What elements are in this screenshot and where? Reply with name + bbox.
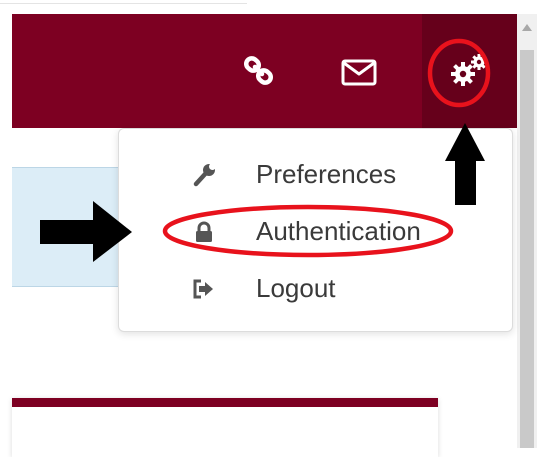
gear-highlight-circle [427, 38, 491, 108]
up-arrow-icon [445, 123, 485, 205]
annotation-overlay [40, 38, 491, 262]
right-arrow-icon [40, 201, 132, 262]
authentication-highlight-oval [162, 204, 454, 258]
